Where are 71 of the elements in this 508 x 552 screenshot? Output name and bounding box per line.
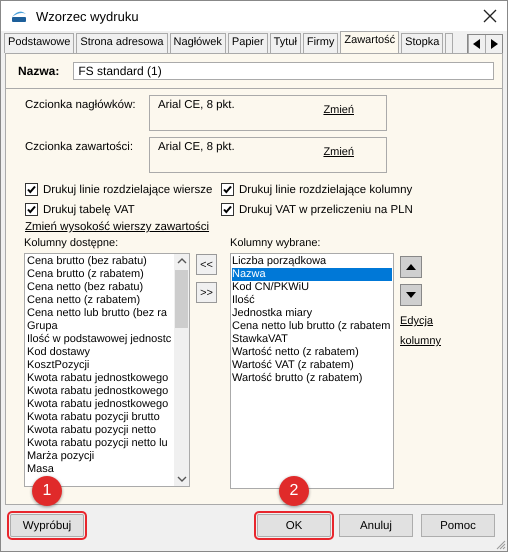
list-item[interactable]: Kwota rabatu pozycji netto lu	[27, 437, 172, 450]
list-item[interactable]: Cena netto (bez rabatu)	[27, 281, 172, 294]
scrollbar-thumb[interactable]	[175, 270, 188, 328]
selected-columns-label: Kolumny wybrane:	[230, 237, 322, 249]
move-up-button[interactable]	[400, 256, 422, 278]
list-item[interactable]: Kwota rabatu jednostkowego	[27, 398, 172, 411]
list-item[interactable]: Wartość netto (z rabatem)	[232, 346, 392, 359]
list-item[interactable]: Cena netto (z rabatem)	[27, 294, 172, 307]
list-item[interactable]: Cena brutto (bez rabatu)	[27, 255, 172, 268]
list-item[interactable]: Cena netto lub brutto (bez ra	[27, 307, 172, 320]
list-item[interactable]: Ilość	[232, 294, 392, 307]
up-triangle-icon	[405, 263, 417, 271]
font-value: Arial CE, 8 pkt.	[158, 98, 235, 111]
tab[interactable]: Papier	[228, 33, 268, 53]
checkbox[interactable]	[25, 183, 38, 196]
list-item[interactable]: Jednostka miary	[232, 307, 392, 320]
tab[interactable]: Firmy	[302, 33, 338, 53]
edit-column-link[interactable]: Edycja	[400, 315, 434, 327]
font-label: Czcionka zawartości:	[25, 140, 134, 153]
list-item[interactable]: Kod CN/PKWiU	[232, 281, 392, 294]
list-item[interactable]: Wartość brutto (z rabatem)	[232, 372, 392, 385]
list-item[interactable]: Kod dostawy	[27, 346, 172, 359]
font-value: Arial CE, 8 pkt.	[158, 140, 235, 153]
checkbox[interactable]	[221, 203, 234, 216]
list-item[interactable]: Kwota rabatu jednostkowego	[27, 385, 172, 398]
change-font-link[interactable]: Zmień	[323, 104, 354, 116]
list-item[interactable]: Kwota rabatu pozycji netto	[27, 424, 172, 437]
font-label: Czcionka nagłówków:	[25, 98, 137, 111]
change-font-link[interactable]: Zmień	[323, 146, 354, 158]
checkbox[interactable]	[25, 203, 38, 216]
checkbox[interactable]	[221, 183, 234, 196]
list-item[interactable]: Liczba porządkowa	[232, 255, 392, 268]
list-item[interactable]: Marża pozycji	[27, 450, 172, 463]
edit-column-link[interactable]: kolumny	[400, 335, 441, 347]
transfer-button[interactable]: >>	[196, 282, 217, 303]
available-columns-label: Kolumny dostępne:	[24, 237, 120, 249]
option-label: Drukuj linie rozdzielające wiersze	[43, 184, 212, 196]
option-label: Drukuj VAT w przeliczeniu na PLN	[239, 204, 413, 216]
tab[interactable]: Stopka	[401, 33, 444, 53]
list-item[interactable]: Wartość VAT (z rabatem)	[232, 359, 392, 372]
dialog-button[interactable]: Pomoc	[421, 514, 495, 537]
scrollbar[interactable]	[174, 254, 189, 486]
row-height-link[interactable]: Zmień wysokość wierszy zawartości	[25, 221, 210, 233]
list-item[interactable]: Kwota rabatu jednostkowego	[27, 372, 172, 385]
list-item[interactable]: Nazwa	[232, 268, 392, 281]
list-item[interactable]: Cena brutto (z rabatem)	[27, 268, 172, 281]
tab[interactable]: Nagłówek	[170, 33, 226, 53]
list-item[interactable]: Masa	[27, 463, 172, 476]
down-triangle-icon	[405, 291, 417, 299]
close-icon[interactable]	[483, 9, 497, 23]
transfer-button[interactable]: <<	[196, 254, 217, 275]
tab[interactable]: Strona adresowa	[76, 33, 168, 53]
dialog-button[interactable]: Wypróbuj	[10, 514, 84, 537]
option-label: Drukuj linie rozdzielające kolumny	[239, 184, 412, 196]
tab[interactable]: Zawartość	[340, 31, 400, 53]
list-item[interactable]: Grupa	[27, 320, 172, 333]
list-item[interactable]: KosztPozycji	[27, 359, 172, 372]
dialog-button[interactable]: OK	[257, 514, 331, 537]
resize-grip-icon	[496, 540, 506, 550]
list-item[interactable]: Ilość w podstawowej jednostc	[27, 333, 172, 346]
option-label: Drukuj tabelę VAT	[43, 204, 135, 216]
list-item[interactable]: Cena netto lub brutto (z rabatem	[232, 320, 392, 333]
name-field[interactable]: FS standard (1)	[73, 62, 494, 80]
dialog-button[interactable]: Anuluj	[339, 514, 413, 537]
list-item[interactable]: Kwota rabatu pozycji brutto	[27, 411, 172, 424]
list-item[interactable]: StawkaVAT	[232, 333, 392, 346]
move-down-button[interactable]	[400, 284, 422, 306]
name-label: Nazwa:	[18, 64, 60, 78]
tab[interactable]: Podstawowe	[4, 33, 74, 53]
window-title: Wzorzec wydruku	[36, 8, 140, 24]
tab[interactable]: Tytuł	[270, 33, 301, 53]
